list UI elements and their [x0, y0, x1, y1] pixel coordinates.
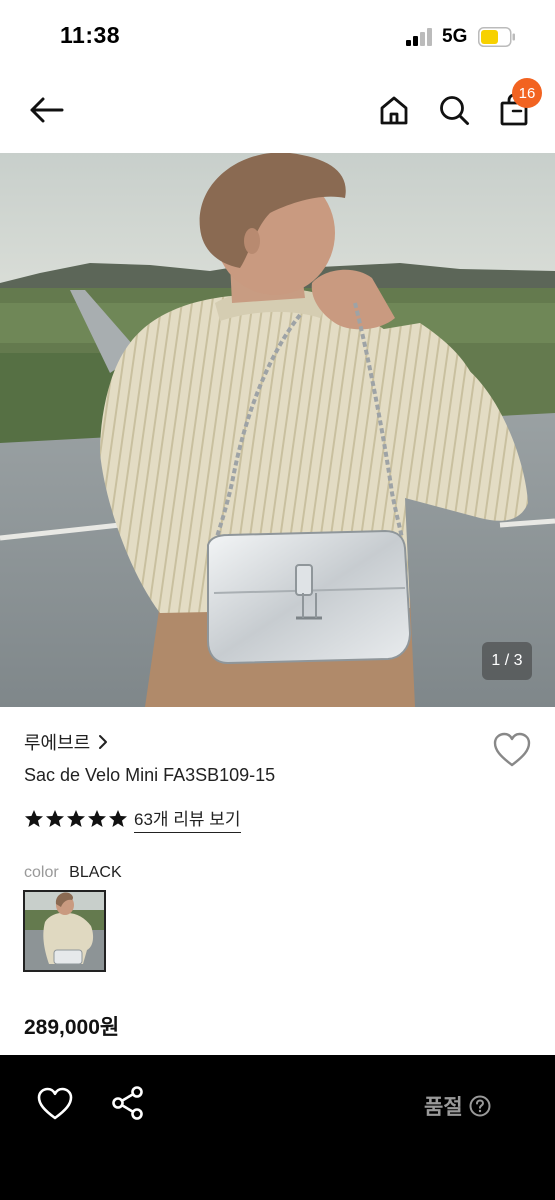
rating-row: 63개 리뷰 보기 — [24, 805, 241, 833]
signal-icon — [406, 28, 432, 46]
star-icon — [46, 810, 64, 827]
color-option-thumbnail[interactable] — [23, 890, 106, 972]
color-value: BLACK — [69, 864, 122, 881]
product-price: 289,000원 — [24, 1016, 120, 1039]
sold-out-status: 품절 — [424, 1091, 491, 1121]
review-link[interactable]: 63개 리뷰 보기 — [134, 805, 241, 833]
battery-icon — [478, 27, 515, 47]
product-image[interactable] — [0, 153, 555, 707]
rating-stars — [24, 809, 128, 829]
star-icon — [109, 810, 127, 827]
home-button[interactable] — [372, 88, 416, 132]
sold-out-label: 품절 — [424, 1096, 463, 1119]
search-button[interactable] — [432, 88, 476, 132]
back-arrow-icon — [30, 97, 64, 123]
brand-link[interactable]: 루에브르 — [24, 729, 108, 755]
cart-count-badge: 16 — [512, 78, 542, 108]
product-name: Sac de Velo Mini FA3SB109-15 — [24, 765, 276, 785]
app-header — [0, 70, 555, 152]
bottom-action-bar: 품절 — [0, 1055, 555, 1200]
heart-icon[interactable] — [492, 731, 532, 769]
search-icon — [440, 96, 469, 125]
color-thumbnail-image — [25, 892, 104, 970]
star-icon — [25, 810, 43, 827]
back-button[interactable] — [24, 88, 68, 132]
status-time: 11:38 — [60, 22, 121, 48]
product-photo — [0, 153, 555, 707]
network-label: 5G — [442, 26, 468, 47]
heart-icon[interactable] — [36, 1086, 74, 1122]
color-row: color BLACK — [24, 864, 122, 882]
star-icon — [88, 810, 106, 827]
status-bar: 11:38 5G — [0, 0, 555, 70]
home-icon — [380, 96, 408, 125]
question-circle-icon[interactable] — [469, 1095, 491, 1117]
share-icon[interactable] — [110, 1085, 146, 1121]
color-label: color — [24, 864, 59, 881]
image-page-counter: 1 / 3 — [482, 642, 532, 680]
brand-name: 루에브르 — [24, 733, 91, 753]
chevron-right-icon — [99, 735, 108, 749]
star-icon — [67, 810, 85, 827]
